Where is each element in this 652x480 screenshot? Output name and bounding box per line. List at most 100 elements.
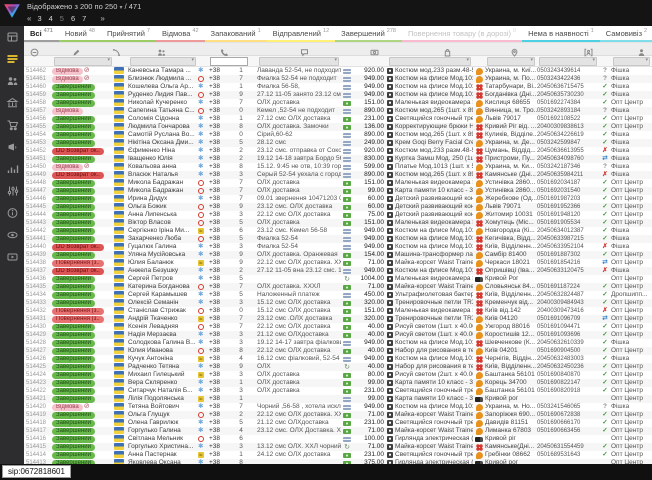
status-tab[interactable]: Нема в наявності 1 bbox=[522, 26, 600, 42]
order-comment[interactable]: 22.12 смс ОЛХ доставка. ХХЛ bbox=[257, 259, 341, 267]
delivery-address[interactable]: Опришівці (Іва... bbox=[485, 267, 537, 275]
product-cell[interactable]: Костюм на флисе Мод.1014 (1... bbox=[387, 91, 473, 99]
order-comment[interactable]: ОЛХ доставка bbox=[257, 187, 341, 195]
delivery-address[interactable]: Чернігів, Віддін... bbox=[485, 355, 537, 363]
order-row[interactable]: 514430 Завершений Ксенія Левадняя +38 7 … bbox=[24, 323, 652, 331]
delivery-address[interactable]: Баштанка 56101 bbox=[485, 371, 537, 379]
product-cell[interactable]: Куртка Замш Мод. 250 (1шт. х 8... bbox=[387, 155, 473, 163]
filter-address-select[interactable] bbox=[487, 57, 535, 66]
product-cell[interactable]: Крем Goqi Berry Facial Cream *3... bbox=[387, 139, 473, 147]
status-badge[interactable]: Завершений bbox=[52, 236, 95, 243]
customer-name[interactable]: Єфименко Ніна bbox=[128, 147, 198, 155]
order-status-cell[interactable]: Завершений bbox=[52, 371, 114, 379]
product-cell[interactable]: Костюм мод.265 (1шт. х 890.00 ... bbox=[387, 107, 473, 115]
customer-phone[interactable]: +38 bbox=[209, 323, 233, 331]
order-comment[interactable] bbox=[257, 275, 341, 283]
order-row[interactable]: 514457 Відмова Сапегина Татьяна С... +38… bbox=[24, 107, 652, 115]
delivery-address[interactable]: Пристроми, Пу... bbox=[485, 155, 537, 163]
first-page-button[interactable]: « bbox=[27, 14, 30, 23]
order-comment[interactable]: ОЛХ доставка. Оранжевая bbox=[257, 251, 341, 259]
product-cell[interactable]: Маленькая видеокамера SQ8 *... bbox=[387, 179, 473, 187]
product-cell[interactable]: Костюм мод.265 (1шт. х 890.00 ... bbox=[387, 171, 473, 179]
tracking-number[interactable]: 20450632450236 bbox=[537, 363, 599, 371]
order-status-cell[interactable]: Відмова ⊘ bbox=[52, 403, 114, 411]
delivery-address[interactable]: Житомир 10031 bbox=[485, 211, 537, 219]
customer-name[interactable]: Тетяна Войтович bbox=[128, 403, 198, 411]
tracking-number[interactable]: 20400309484943 bbox=[537, 299, 599, 307]
order-status-cell[interactable]: Завершений bbox=[52, 235, 114, 243]
delivery-address[interactable]: Запоріжжя 690... bbox=[485, 411, 537, 419]
customer-phone[interactable]: +38 bbox=[209, 419, 233, 427]
order-comment[interactable]: ОЛХ доставка bbox=[257, 179, 341, 187]
product-cell[interactable]: Рисуй светом (2шт. х 40.00 = 80... bbox=[387, 371, 473, 379]
status-badge[interactable]: Завершений bbox=[52, 396, 95, 403]
customer-name[interactable]: Вера Скляренко bbox=[128, 379, 198, 387]
customer-phone[interactable]: +38 bbox=[209, 83, 233, 91]
order-row[interactable]: 514459 Завершений Руденко Лидия Пав... +… bbox=[24, 91, 652, 99]
delivery-address[interactable]: Коростишів 12... bbox=[485, 331, 537, 339]
product-cell[interactable]: Костюм на флисе Мод.1014 (1ш... bbox=[387, 243, 473, 251]
customer-phone[interactable]: +38 bbox=[209, 371, 233, 379]
product-cell[interactable]: Карта памяти 10 класс - 32Гб *1... bbox=[387, 379, 473, 387]
filter-product-select[interactable] bbox=[389, 57, 471, 66]
status-badge[interactable]: Повернення (з.. bbox=[52, 308, 104, 315]
order-comment[interactable]: 28.12 смс bbox=[257, 139, 341, 147]
status-tab[interactable]: Самовивіз 2 bbox=[600, 26, 652, 42]
tracking-number[interactable]: 20450634098760 bbox=[537, 155, 599, 163]
customer-name[interactable]: Андрій Ткаченко bbox=[128, 315, 198, 323]
order-row[interactable]: 514447 Завершений Микола Бадражан +38 7 … bbox=[24, 187, 652, 195]
order-status-cell[interactable]: DD Возврат ок.. bbox=[52, 147, 114, 155]
status-badge[interactable]: Відмова bbox=[52, 68, 83, 75]
order-row[interactable]: 514435 Завершений Катерина Богданова +38… bbox=[24, 283, 652, 291]
order-status-cell[interactable]: Завершений bbox=[52, 99, 114, 107]
order-row[interactable]: 514439 Завершений Уляна Мусійовська +38 … bbox=[24, 251, 652, 259]
customer-phone[interactable]: +38 bbox=[209, 171, 233, 179]
product-cell[interactable]: Рисуй светом (1шт. х 40.00 = 40... bbox=[387, 331, 473, 339]
order-row[interactable]: 514425 Завершений Радченко Тетяна +38 9 … bbox=[24, 363, 652, 371]
customer-phone[interactable]: +38 bbox=[209, 203, 233, 211]
order-status-cell[interactable]: Завершений bbox=[52, 299, 114, 307]
order-row[interactable]: 514451 Завершений Іващенко Юлія +38 2 19… bbox=[24, 155, 652, 163]
order-comment[interactable]: 27.12 11-05 занято 23.12 смс. ... bbox=[257, 91, 341, 99]
customer-phone[interactable]: +38 bbox=[209, 107, 233, 115]
status-badge[interactable]: Завершений bbox=[52, 372, 95, 379]
product-cell[interactable]: Светящийся гоночный трек Ма... bbox=[387, 451, 473, 459]
order-row[interactable]: 514454 Завершений Самотій Руслана Во... … bbox=[24, 131, 652, 139]
order-comment[interactable]: 15.12. 9:45 не отв, 10:39 горе в... bbox=[257, 163, 341, 171]
status-badge[interactable]: Завершений bbox=[52, 388, 95, 395]
customer-phone[interactable]: +38 bbox=[209, 115, 233, 123]
product-cell[interactable]: Тренировочные петли TRX Train... bbox=[387, 315, 473, 323]
order-comment[interactable]: ОЛХ доставка bbox=[257, 379, 341, 387]
status-badge[interactable]: Завершений bbox=[52, 100, 95, 107]
customer-phone[interactable]: +38 bbox=[209, 139, 233, 147]
delivery-address[interactable]: Жеребкове (Од... bbox=[485, 195, 537, 203]
order-row[interactable]: 514426 Завершений Кучук Антоніна lc +38 … bbox=[24, 355, 652, 363]
product-cell[interactable]: Корректирующие брюки Hollyw... bbox=[387, 123, 473, 131]
order-comment[interactable]: Фиалка 52-54 bbox=[257, 243, 341, 251]
tracking-number[interactable] bbox=[537, 395, 599, 403]
status-tab[interactable]: Всі 471 bbox=[24, 26, 59, 42]
order-row[interactable]: 514449 DD Возврат ок.. Власюк Наталья +3… bbox=[24, 171, 652, 179]
customer-name[interactable]: Олексій Семанін bbox=[128, 299, 198, 307]
product-cell[interactable]: Детский развивающий констру... bbox=[387, 195, 473, 203]
delivery-address[interactable]: Шевченкове (К... bbox=[485, 339, 537, 347]
order-status-cell[interactable]: Завершений bbox=[52, 323, 114, 331]
product-cell[interactable]: Детский развивающий констру... bbox=[387, 211, 473, 219]
megaphone-icon[interactable] bbox=[5, 140, 19, 153]
customer-name[interactable]: Самотій Руслана Во... bbox=[128, 131, 198, 139]
product-cell[interactable]: Майка-корсет Waist Trainer *142... bbox=[387, 411, 473, 419]
info-icon[interactable] bbox=[5, 206, 19, 219]
customer-name[interactable]: Надія Мерзаєва bbox=[128, 331, 198, 339]
product-cell[interactable]: Майка-корсет Waist Trainer *142... bbox=[387, 259, 473, 267]
orders-list-icon[interactable] bbox=[5, 52, 19, 65]
order-status-cell[interactable]: Завершений bbox=[52, 187, 114, 195]
customer-name[interactable]: Анжела Безушку bbox=[128, 267, 198, 275]
order-comment[interactable]: 22.12 смс ОЛХ доставка bbox=[257, 347, 341, 355]
customer-name[interactable]: Михаил Гилецький bbox=[128, 371, 198, 379]
order-comment[interactable]: ОЛХ bbox=[257, 363, 341, 371]
delivery-address[interactable]: Украина, м. Но... bbox=[485, 403, 537, 411]
filter-comment-select[interactable] bbox=[259, 57, 339, 66]
customer-name[interactable]: Ситарчук Наталія Б... bbox=[128, 387, 198, 395]
customer-name[interactable]: Іващенко Юлія bbox=[128, 155, 198, 163]
tracking-number[interactable]: 0501690820918 bbox=[537, 387, 599, 395]
